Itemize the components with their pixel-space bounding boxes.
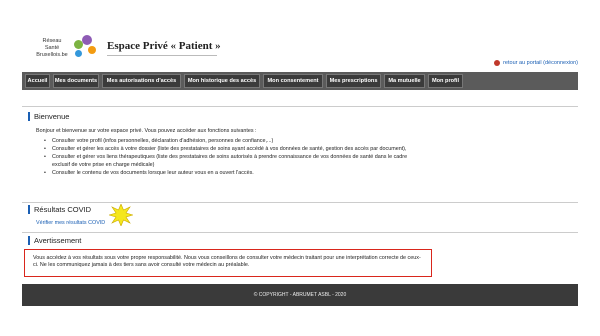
logo-line-3: Bruxellois.be (36, 52, 68, 58)
warning-box: Vous accédez à vos résultats sous votre … (24, 249, 432, 277)
nav-mon-consentement[interactable]: Mon consentement (263, 74, 323, 88)
features-list: Consulter votre profil (infos personnell… (44, 137, 424, 177)
list-item: Consulter votre profil (infos personnell… (44, 137, 424, 145)
nav-mes-documents[interactable]: Mes documents (53, 74, 99, 88)
nav-mon-historique[interactable]: Mon historique des accès (184, 74, 260, 88)
new-badge-icon (109, 204, 133, 226)
nav-mes-autorisations[interactable]: Mes autorisations d'accès (102, 74, 181, 88)
list-item: Consulter le contenu de vos documents lo… (44, 169, 424, 177)
page-footer: © COPYRIGHT - ABRUMET ASBL - 2020 (22, 284, 578, 306)
nav-mes-prescriptions[interactable]: Mes prescriptions (326, 74, 381, 88)
warning-text: Vous accédez à vos résultats sous votre … (33, 255, 421, 268)
section-title-covid: Résultats COVID (28, 205, 91, 214)
section-divider (22, 202, 578, 203)
logo-line-2: Santé (44, 45, 60, 51)
logo-text: Réseau Santé Bruxellois.be (34, 38, 70, 59)
list-item: Consulter et gérer les accès à votre dos… (44, 145, 424, 153)
section-title-bienvenue: Bienvenue (28, 112, 69, 121)
section-title-avertissement: Avertissement (28, 236, 81, 245)
list-item: Consulter et gérer vos liens thérapeutiq… (44, 153, 424, 169)
portal-link-label: retour au portail (déconnexion) (503, 60, 578, 66)
copyright-text: © COPYRIGHT - ABRUMET ASBL - 2020 (253, 292, 347, 298)
page-title: Espace Privé « Patient » (107, 40, 221, 52)
nav-ma-mutuelle[interactable]: Ma mutuelle (384, 74, 425, 88)
logo-line-1: Réseau (42, 38, 62, 44)
nav-accueil[interactable]: Accueil (25, 74, 50, 88)
page-header: Réseau Santé Bruxellois.be Espace Privé … (0, 0, 600, 72)
main-navbar: Accueil Mes documents Mes autorisations … (22, 72, 578, 90)
logo-dot-purple (82, 35, 92, 45)
logo-dot-orange (88, 46, 96, 54)
welcome-intro: Bonjour et bienvenue sur votre espace pr… (36, 128, 257, 134)
section-divider (22, 232, 578, 233)
portal-logout-link[interactable]: retour au portail (déconnexion) (494, 60, 578, 66)
nav-mon-profil[interactable]: Mon profil (428, 74, 463, 88)
logout-icon (494, 60, 501, 66)
logo-dot-blue (75, 50, 82, 57)
covid-results-link[interactable]: Vérifier mes résultats COVID (36, 220, 105, 226)
logo[interactable]: Réseau Santé Bruxellois.be (30, 34, 100, 66)
section-divider (22, 106, 578, 107)
title-divider (107, 55, 217, 56)
